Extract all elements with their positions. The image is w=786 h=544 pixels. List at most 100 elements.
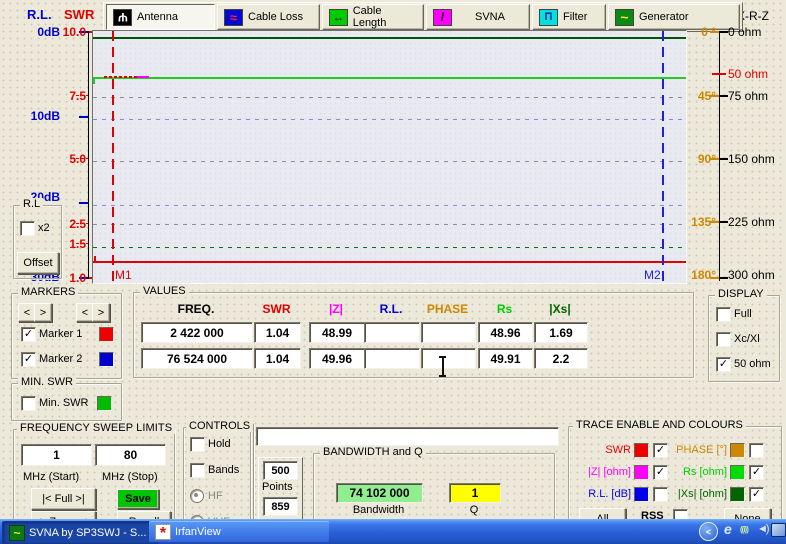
- min-swr-panel-title: MIN. SWR: [18, 376, 76, 388]
- x2-label: x2: [38, 222, 50, 234]
- bandwidth-label: Bandwidth: [336, 504, 421, 516]
- points-per-sweep-field[interactable]: 500: [263, 461, 298, 480]
- marker2-phase-field[interactable]: [421, 348, 476, 369]
- marker1-freq-field[interactable]: 2 422 000: [141, 322, 253, 343]
- col-header-phase: PHASE: [421, 302, 474, 316]
- marker1-rl-field[interactable]: [364, 322, 420, 343]
- taskbar-task-svna[interactable]: SVNA by SP3SWJ - S...: [2, 521, 159, 544]
- trace-phase-checkbox[interactable]: [749, 443, 764, 458]
- trace-rs-checkbox[interactable]: ✓: [749, 465, 764, 480]
- tab-label: Cable Length: [353, 5, 417, 29]
- marker2-swr-field[interactable]: 1.04: [254, 348, 301, 369]
- checkmark: ✓: [24, 354, 33, 365]
- hold-checkbox[interactable]: [190, 437, 205, 452]
- swr-trace-start: [94, 256, 96, 262]
- marker2-checkbox[interactable]: ✓: [21, 352, 36, 367]
- hf-radio[interactable]: [190, 489, 204, 503]
- trace-z-label: |Z| [ohm]: [571, 466, 631, 478]
- stop-freq-label: MHz (Stop): [102, 471, 158, 483]
- q-field[interactable]: 1: [449, 483, 501, 503]
- tray-collapse-chevron-icon[interactable]: [699, 522, 718, 541]
- save-button[interactable]: Save: [117, 489, 159, 509]
- antenna-icon: [113, 9, 132, 26]
- text-cursor-stem: [442, 358, 444, 375]
- marker1-z-field[interactable]: 48.99: [309, 322, 365, 343]
- trace-rs-label: Rs [ohm]: [667, 466, 727, 478]
- min-swr-panel: MIN. SWR Min. SWR: [11, 383, 122, 421]
- min-swr-color-swatch[interactable]: [97, 396, 112, 411]
- rl-offset-panel: R.L x2 Offset: [13, 205, 62, 279]
- rs-trace-start: [93, 77, 95, 84]
- status-input[interactable]: [256, 427, 559, 446]
- volume-icon[interactable]: [757, 523, 768, 535]
- ohm-tick: 0 ohm: [728, 25, 761, 39]
- marker2-next-button[interactable]: >: [92, 303, 110, 322]
- marker1-next-button[interactable]: >: [34, 303, 52, 322]
- marker2-color-swatch[interactable]: [99, 352, 114, 367]
- display-full-checkbox[interactable]: [716, 307, 731, 322]
- tab-generator[interactable]: Generator: [608, 4, 740, 30]
- start-freq-field[interactable]: 1: [21, 444, 92, 466]
- marker2-freq-field[interactable]: 76 524 000: [141, 348, 253, 369]
- trace-rl-swatch[interactable]: [634, 487, 649, 502]
- trace-swr-swatch[interactable]: [634, 443, 649, 458]
- tab-cable-loss[interactable]: Cable Loss: [217, 4, 320, 30]
- tab-cable-length[interactable]: Cable Length: [322, 4, 424, 30]
- bandwidth-field[interactable]: 74 102 000: [336, 483, 423, 503]
- checkmark: ✓: [752, 467, 761, 478]
- swr-axis-title: SWR: [64, 7, 94, 22]
- marker2-rl-field[interactable]: [364, 348, 420, 369]
- min-swr-checkbox[interactable]: [21, 396, 36, 411]
- gridline: [93, 97, 686, 98]
- marker2-line[interactable]: [662, 31, 664, 283]
- marker1-swr-field[interactable]: 1.04: [254, 322, 301, 343]
- checkmark: ✓: [752, 489, 761, 500]
- trace-xs-swatch[interactable]: [730, 487, 745, 502]
- trace-xs-checkbox[interactable]: ✓: [749, 487, 764, 502]
- points-label: Points: [262, 481, 293, 493]
- text-cursor: [438, 356, 447, 377]
- marker2-z-field[interactable]: 49.96: [309, 348, 365, 369]
- marker1-xs-field[interactable]: 1.69: [534, 322, 588, 343]
- phase-tick-mark: [710, 221, 719, 223]
- stop-freq-field[interactable]: 80: [95, 444, 166, 466]
- tab-filter[interactable]: Filter: [532, 4, 606, 30]
- tab-svna[interactable]: SVNA: [426, 4, 530, 30]
- rl-tick-mark: [79, 116, 88, 118]
- marker1-label: Marker 1: [39, 328, 82, 340]
- trace-phase-swatch[interactable]: [730, 443, 745, 458]
- marker1-phase-field[interactable]: [421, 322, 476, 343]
- tab-antenna[interactable]: Antenna: [106, 4, 215, 30]
- ohm-tick: 300 ohm: [728, 268, 775, 282]
- xs-trace: [93, 37, 686, 39]
- trace-z-checkbox[interactable]: ✓: [653, 465, 668, 480]
- toolbar: Antenna Cable Loss Cable Length SVNA Fil…: [103, 2, 743, 32]
- bands-checkbox[interactable]: [190, 463, 205, 478]
- x2-checkbox[interactable]: [20, 221, 35, 236]
- col-header-rl: R.L.: [364, 302, 418, 316]
- trace-z-swatch[interactable]: [634, 465, 649, 480]
- taskbar-task-irfanview[interactable]: IrfanView: [149, 521, 329, 542]
- marker2-rs-field[interactable]: 49.91: [478, 348, 533, 369]
- ohm-tick-mark: [720, 95, 728, 97]
- trace-rl-checkbox[interactable]: [653, 487, 668, 502]
- tab-label: Cable Loss: [248, 11, 303, 23]
- internet-explorer-icon[interactable]: [724, 521, 732, 537]
- display-xcxl-label: Xc/Xl: [734, 333, 760, 345]
- offset-button[interactable]: Offset: [17, 252, 59, 274]
- marker1-line[interactable]: [112, 31, 114, 283]
- display-settings-icon[interactable]: [771, 523, 786, 537]
- marker2-xs-field[interactable]: 2.2: [534, 348, 588, 369]
- trace-swr-checkbox[interactable]: ✓: [653, 443, 668, 458]
- points-count-field[interactable]: 859: [263, 497, 298, 516]
- display-50ohm-checkbox[interactable]: ✓: [716, 357, 731, 372]
- full-span-button[interactable]: |< Full >|: [31, 488, 96, 510]
- marker1-rs-field[interactable]: 48.96: [478, 322, 533, 343]
- wireless-network-icon[interactable]: [740, 525, 748, 534]
- marker1-checkbox[interactable]: ✓: [21, 327, 36, 342]
- trace-rs-swatch[interactable]: [730, 465, 745, 480]
- display-xcxl-checkbox[interactable]: [716, 332, 731, 347]
- sweep-chart[interactable]: M1 M2: [92, 30, 687, 284]
- swr-trace: [93, 261, 686, 263]
- marker1-color-swatch[interactable]: [99, 327, 114, 342]
